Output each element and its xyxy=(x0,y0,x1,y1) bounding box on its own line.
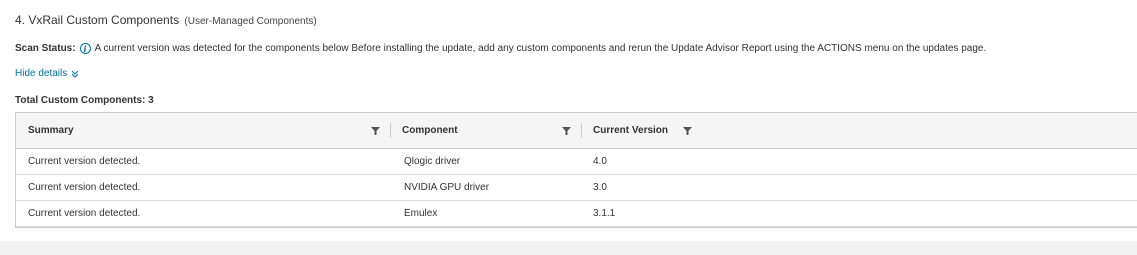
double-chevron-down-icon xyxy=(71,70,79,78)
scan-status-message: A current version was detected for the c… xyxy=(94,43,987,54)
total-custom-components: Total Custom Components: 3 xyxy=(15,95,154,106)
grid-header: Summary Component Current Version xyxy=(16,113,1137,149)
column-header-current-version-label: Current Version xyxy=(593,125,669,136)
cell-current-version: 4.0 xyxy=(593,156,607,167)
filter-icon[interactable] xyxy=(371,127,380,135)
section-subtitle: (User-Managed Components) xyxy=(184,16,317,27)
footer-band xyxy=(0,241,1137,255)
table-row[interactable]: Current version detected. NVIDIA GPU dri… xyxy=(16,175,1137,201)
info-icon: i xyxy=(79,43,91,54)
cell-current-version: 3.1.1 xyxy=(593,208,616,219)
table-row[interactable]: Current version detected. Emulex 3.1.1 xyxy=(16,201,1137,227)
page: 4. VxRail Custom Components (User-Manage… xyxy=(0,0,1137,255)
section-title-text: 4. VxRail Custom Components xyxy=(15,13,180,27)
column-header-component-label: Component xyxy=(402,125,458,136)
hide-details-link[interactable]: Hide details xyxy=(15,68,79,79)
section-title: 4. VxRail Custom Components (User-Manage… xyxy=(15,13,317,27)
cell-summary: Current version detected. xyxy=(28,156,141,167)
column-header-component[interactable]: Component xyxy=(390,113,581,148)
column-header-summary[interactable]: Summary xyxy=(16,113,390,148)
hide-details-label: Hide details xyxy=(15,68,68,79)
cell-current-version: 3.0 xyxy=(593,182,607,193)
components-grid: Summary Component Current Version Curren… xyxy=(15,112,1137,228)
cell-component: Emulex xyxy=(404,208,438,219)
column-header-summary-label: Summary xyxy=(28,125,74,136)
cell-component: NVIDIA GPU driver xyxy=(404,182,490,193)
scan-status-label: Scan Status: xyxy=(15,43,76,54)
filter-icon[interactable] xyxy=(683,127,692,135)
cell-summary: Current version detected. xyxy=(28,182,141,193)
filter-icon[interactable] xyxy=(562,127,571,135)
cell-summary: Current version detected. xyxy=(28,208,141,219)
cell-component: Qlogic driver xyxy=(404,156,461,167)
scan-status: Scan Status: i A current version was det… xyxy=(15,43,986,54)
table-row[interactable]: Current version detected. Qlogic driver … xyxy=(16,149,1137,175)
column-header-current-version[interactable]: Current Version xyxy=(581,113,1137,148)
